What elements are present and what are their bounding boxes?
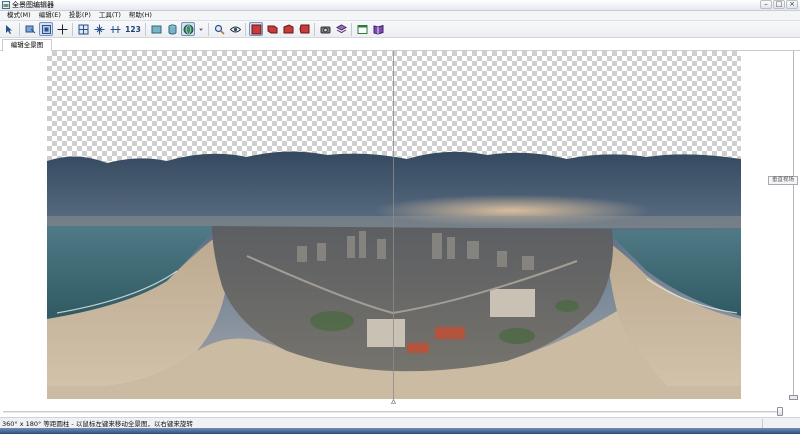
numbers-label: 123	[125, 24, 141, 34]
layers-button[interactable]	[334, 22, 348, 36]
minimize-button[interactable]: –	[760, 0, 772, 9]
move-tool-button[interactable]	[39, 22, 53, 36]
document-tabs: 编辑全景图	[0, 38, 800, 51]
cube-face-3-icon	[283, 23, 293, 33]
vertical-fov-thumb[interactable]	[789, 395, 798, 400]
grid-icon	[78, 24, 88, 34]
book-icon	[373, 24, 383, 35]
grid-button[interactable]	[76, 22, 90, 36]
select-tool-icon	[5, 24, 12, 34]
panorama-workarea	[0, 51, 787, 407]
horizontal-slider-track[interactable]	[3, 411, 781, 413]
cube-face-1-icon	[251, 24, 261, 34]
toolbar-separator	[351, 22, 352, 36]
toolbar-separator	[72, 22, 73, 36]
cube-face-2-icon	[267, 25, 277, 33]
preview-tool-icon	[25, 25, 35, 33]
toolbar: 123	[0, 21, 800, 38]
center-button[interactable]	[92, 22, 106, 36]
flat-projection-button[interactable]	[149, 22, 163, 36]
center-marker-icon	[391, 399, 396, 404]
tab-edit-panorama[interactable]: 编辑全景图	[2, 39, 52, 51]
status-panel	[762, 418, 800, 428]
toolbar-separator	[19, 22, 20, 36]
maximize-button[interactable]: □	[773, 0, 785, 9]
projection-dropdown[interactable]	[197, 22, 205, 36]
horizontal-slider	[0, 399, 800, 417]
cylinder-projection-button[interactable]	[165, 22, 179, 36]
window-controls: – □ ×	[760, 0, 798, 10]
menu-mode[interactable]: 模式(M)	[3, 11, 35, 20]
menu-projection[interactable]: 投影(P)	[65, 11, 95, 20]
window-title: 全景图编辑器	[12, 1, 54, 9]
numbers-button[interactable]: 123	[124, 22, 142, 36]
toolbar-separator	[245, 22, 246, 36]
vertical-fov-label: 垂直视场	[768, 176, 798, 185]
horizontal-align-button[interactable]	[108, 22, 122, 36]
menu-tools[interactable]: 工具(T)	[95, 11, 125, 20]
panorama-image	[47, 151, 741, 399]
flat-projection-icon	[151, 25, 161, 33]
sphere-projection-button[interactable]	[181, 22, 195, 36]
horizontal-align-icon	[110, 25, 120, 33]
menu-edit[interactable]: 编辑(E)	[35, 11, 65, 20]
app-icon	[2, 1, 10, 9]
toolbar-separator	[314, 22, 315, 36]
toolbar-separator	[208, 22, 209, 36]
zoom-icon	[214, 24, 225, 35]
book-button[interactable]	[371, 22, 385, 36]
title-bar: 全景图编辑器 – □ ×	[0, 0, 800, 11]
crosshair-button[interactable]	[55, 22, 69, 36]
sphere-projection-icon	[183, 24, 193, 34]
camera-icon	[320, 26, 330, 33]
dropdown-arrow-icon	[199, 28, 203, 31]
status-text: 360° x 180° 等距圆柱 - 以鼠标左键来移动全景图，以右键来旋转	[2, 420, 193, 428]
vertical-fov-track[interactable]	[793, 51, 794, 396]
move-tool-icon	[41, 24, 51, 34]
cube-face-1-button[interactable]	[249, 22, 263, 36]
cube-face-4-icon	[298, 24, 309, 33]
zoom-button[interactable]	[212, 22, 226, 36]
toolbar-separator	[145, 22, 146, 36]
cube-face-3-button[interactable]	[281, 22, 295, 36]
panorama-canvas[interactable]	[47, 51, 741, 399]
cube-face-2-button[interactable]	[265, 22, 279, 36]
status-bar: 360° x 180° 等距圆柱 - 以鼠标左键来移动全景图，以右键来旋转	[0, 417, 800, 428]
crosshair-icon	[57, 24, 67, 34]
center-icon	[94, 24, 104, 34]
eye-icon	[229, 26, 241, 32]
cube-face-4-button[interactable]	[297, 22, 311, 36]
menu-bar: 模式(M) 编辑(E) 投影(P) 工具(T) 帮助(H)	[0, 11, 800, 21]
camera-button[interactable]	[318, 22, 332, 36]
layers-icon	[335, 23, 347, 33]
window-icon	[357, 24, 367, 34]
window-button[interactable]	[355, 22, 369, 36]
horizontal-slider-thumb[interactable]	[777, 407, 783, 416]
cylinder-projection-icon	[168, 24, 176, 34]
select-tool-button[interactable]	[2, 22, 16, 36]
eye-button[interactable]	[228, 22, 242, 36]
taskbar	[0, 428, 800, 434]
preview-tool-button[interactable]	[23, 22, 37, 36]
close-button[interactable]: ×	[786, 0, 798, 9]
menu-help[interactable]: 帮助(H)	[125, 11, 156, 20]
center-guide-line	[393, 51, 394, 399]
